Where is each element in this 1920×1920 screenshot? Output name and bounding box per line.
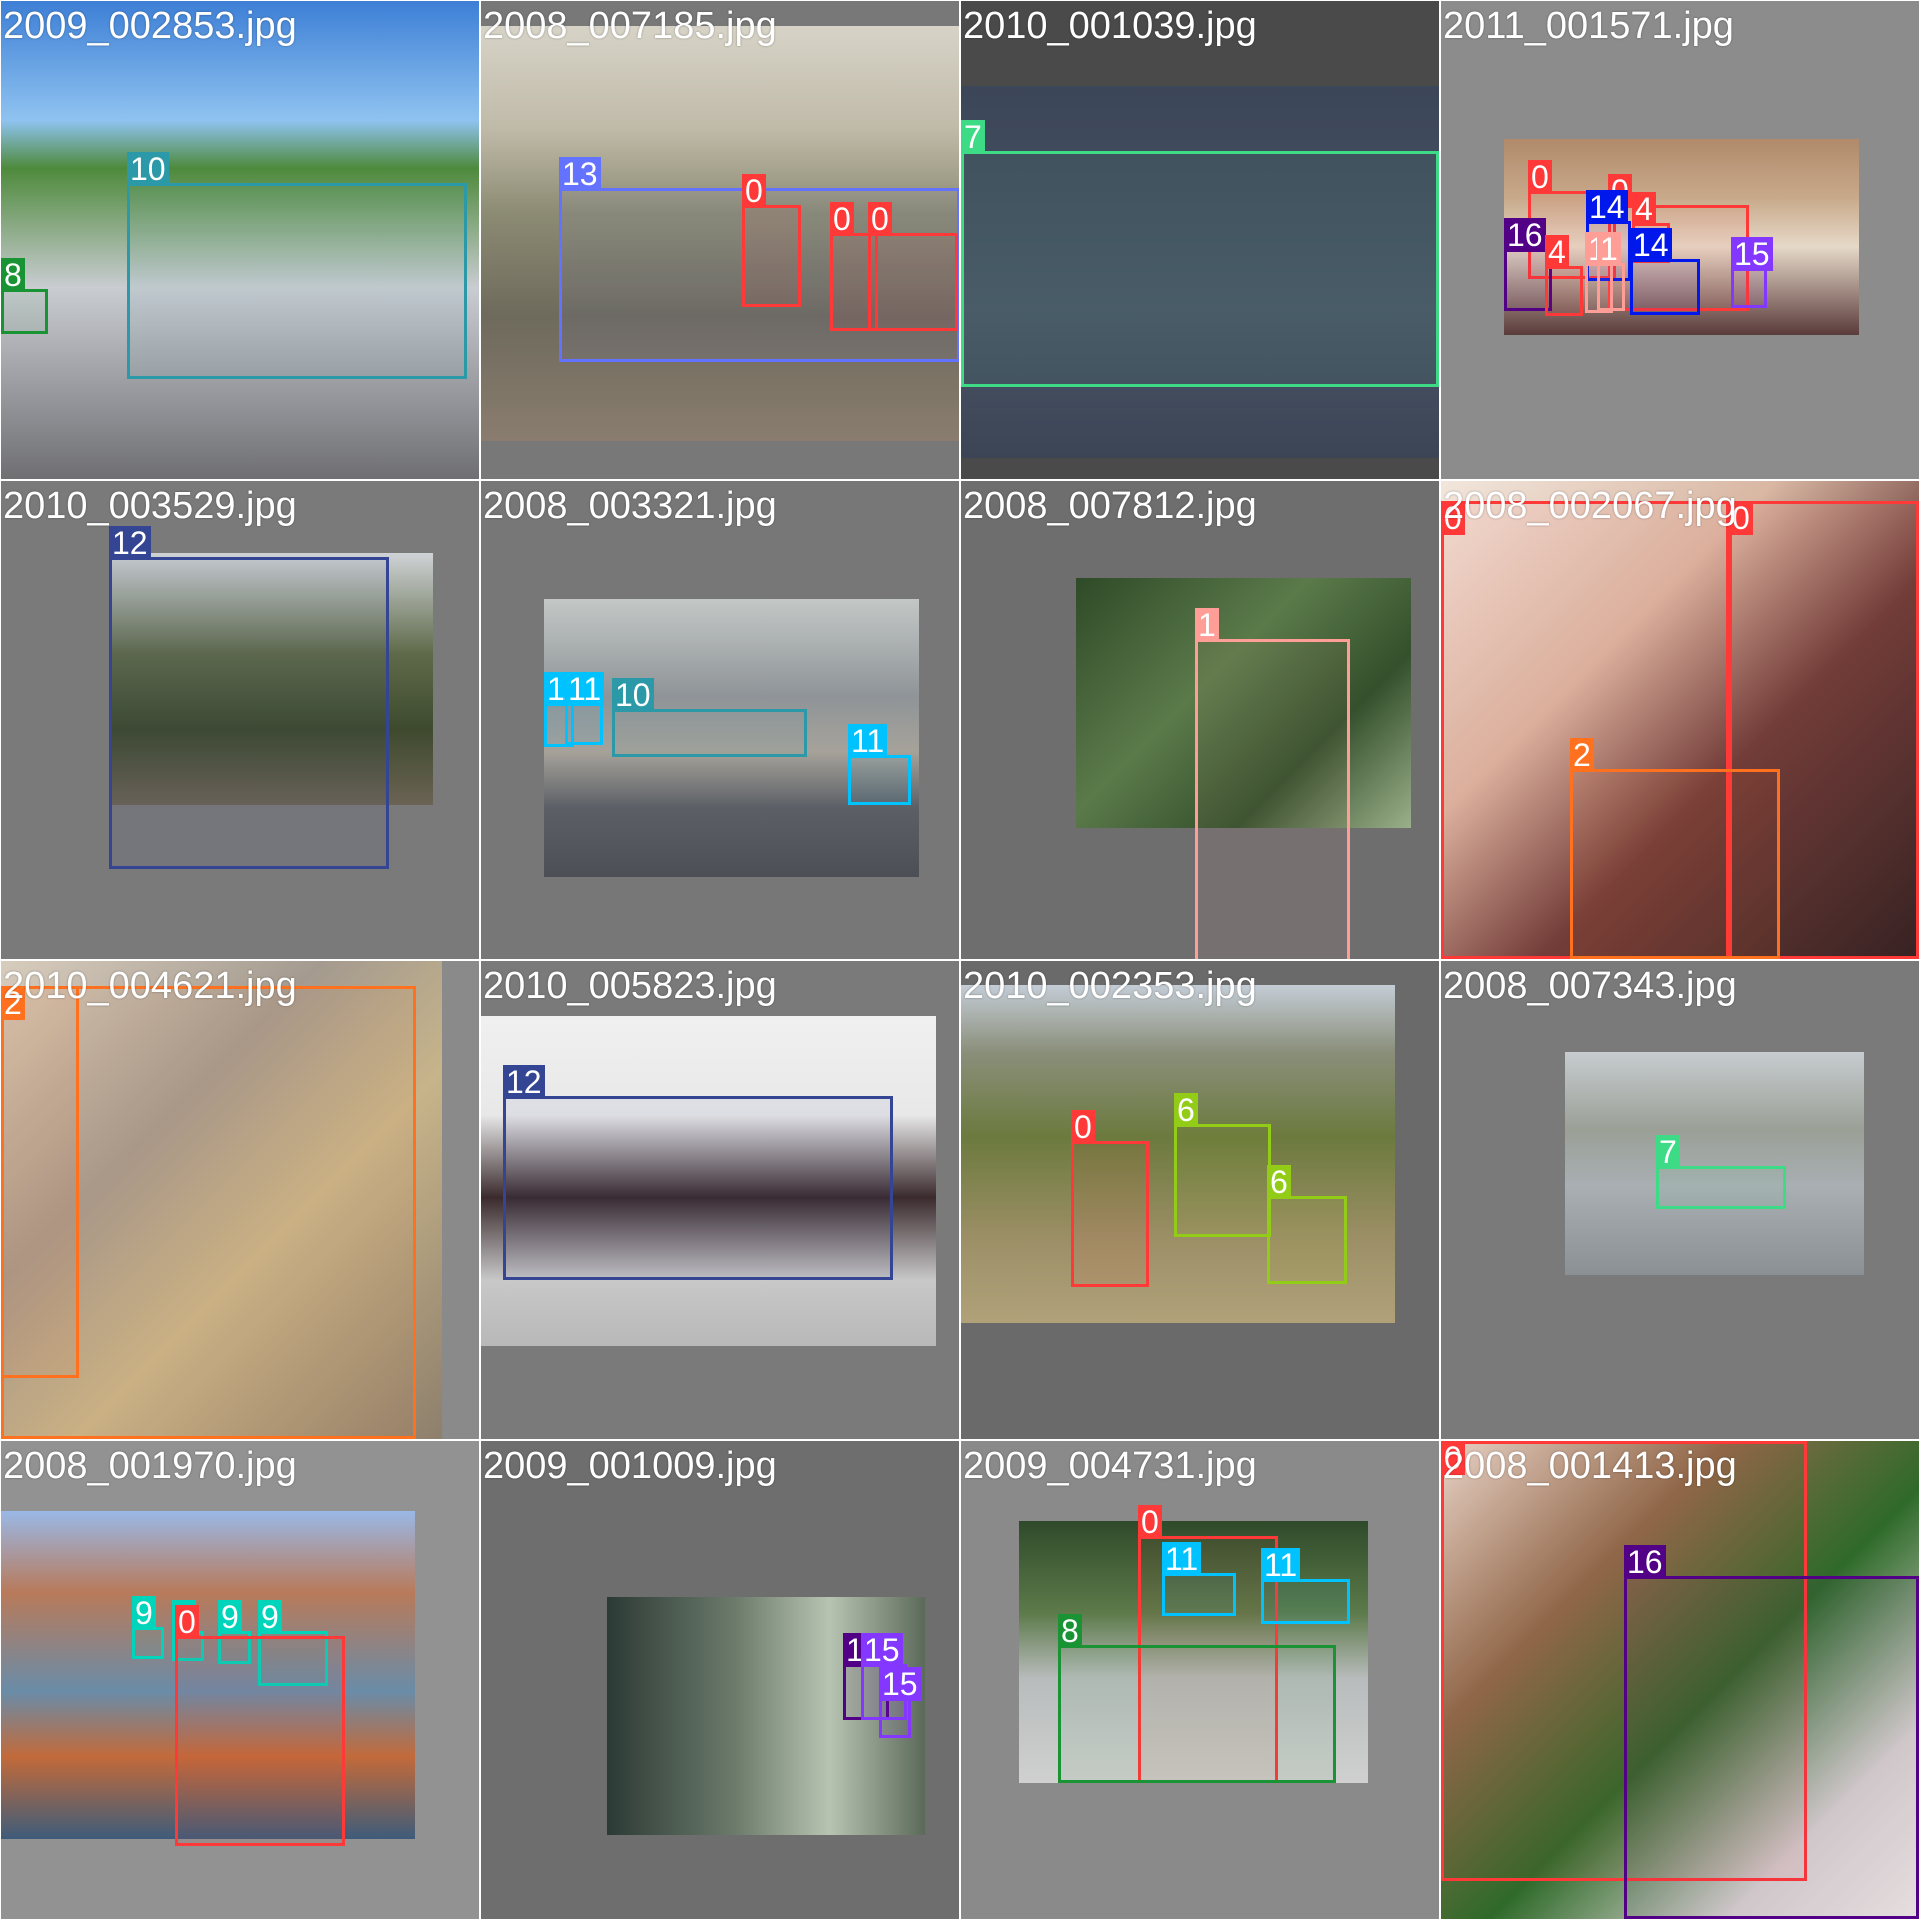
image-tile[interactable]: 2010_001039.jpg 7 <box>961 1 1439 479</box>
detection-class-label: 0 <box>1729 501 1753 535</box>
detection-class-label: 0 <box>1071 1110 1095 1144</box>
detection-class-label: 0 <box>830 202 854 236</box>
tile-filename: 2008_001970.jpg <box>3 1445 297 1487</box>
image-tile[interactable]: 2010_003529.jpg 12 <box>1 481 479 959</box>
mosaic-grid: 2009_002853.jpg 10 8 2008_007185.jpg 13 0 0 0 20… <box>0 0 1920 1920</box>
image-tile[interactable]: 2008_001413.jpg 0 16 <box>1441 1441 1919 1919</box>
detection-class-label: 12 <box>109 526 151 560</box>
detection-class-label: 13 <box>559 157 601 191</box>
detection-box: 2 <box>1 986 416 1439</box>
image-tile[interactable]: 2011_001571.jpg00144164111415 <box>1441 1 1919 479</box>
image-tile[interactable]: 2008_007185.jpg 13 0 0 0 <box>481 1 959 479</box>
detection-box: 15 <box>879 1667 921 1738</box>
detection-box: 6 <box>1267 1165 1347 1284</box>
detection-class-label: 10 <box>127 152 169 186</box>
image-tile[interactable]: 2009_001009.jpg161515 <box>481 1441 959 1919</box>
detection-box: 0 <box>830 202 878 331</box>
tile-filename: 2010_003529.jpg <box>3 485 297 527</box>
detection-class-label: 4 <box>1632 192 1656 226</box>
image-tile[interactable]: 2010_004621.jpg22 <box>1 961 479 1439</box>
detection-box: 12 <box>503 1065 893 1280</box>
detection-box: 1 <box>1195 608 1350 959</box>
detection-class-label: 15 <box>1731 237 1773 271</box>
tile-filename: 2008_003321.jpg <box>483 485 777 527</box>
detection-box: 10 <box>612 678 807 757</box>
tile-filename: 2010_001039.jpg <box>963 5 1257 47</box>
detection-class-label: 11 <box>565 672 605 706</box>
detection-box: 12 <box>109 526 389 869</box>
image-tile[interactable]: 2008_003321.jpg 10 11 11 11 <box>481 481 959 959</box>
detection-class-label: 11 <box>1261 1548 1301 1582</box>
detection-box: 8 <box>1 258 48 334</box>
detection-box: 14 <box>1630 228 1700 315</box>
detection-box: 15 <box>1731 237 1773 308</box>
tile-photo <box>1565 1052 1864 1275</box>
image-tile[interactable]: 2008_001970.jpg99990 <box>1 1441 479 1919</box>
detection-box: 1 <box>1597 232 1625 311</box>
detection-class-label: 14 <box>1630 228 1672 262</box>
detection-class-label: 16 <box>1624 1545 1666 1579</box>
detection-class-label: 1 <box>1195 608 1219 642</box>
detection-class-label: 6 <box>1267 1165 1291 1199</box>
detection-class-label: 15 <box>861 1633 903 1667</box>
detection-box: 8 <box>1058 1614 1336 1783</box>
detection-class-label: 16 <box>1504 218 1546 252</box>
image-tile[interactable]: 2008_007812.jpg 1 <box>961 481 1439 959</box>
tile-filename: 2008_007812.jpg <box>963 485 1257 527</box>
image-tile[interactable]: 2010_005823.jpg 12 <box>481 961 959 1439</box>
detection-class-label: 4 <box>1545 235 1569 269</box>
detection-class-label: 6 <box>1174 1093 1198 1127</box>
detection-class-label: 0 <box>1441 1441 1465 1475</box>
detection-class-label: 0 <box>868 202 892 236</box>
detection-box: 11 <box>848 724 911 805</box>
detection-class-label: 0 <box>1138 1505 1162 1539</box>
detection-class-label: 9 <box>132 1596 156 1630</box>
tile-filename: 2008_007343.jpg <box>1443 965 1737 1007</box>
detection-box: 6 <box>1174 1093 1271 1237</box>
detection-box: 2 <box>1570 738 1780 959</box>
detection-class-label: 9 <box>258 1600 282 1634</box>
detection-box: 10 <box>127 152 467 379</box>
detection-box: 11 <box>1261 1548 1350 1624</box>
detection-class-label: 12 <box>503 1065 545 1099</box>
detection-class-label: 10 <box>612 678 654 712</box>
detection-class-label: 2 <box>1 986 25 1020</box>
image-tile[interactable]: 2008_002067.jpg 0 0 2 <box>1441 481 1919 959</box>
detection-class-label: 8 <box>1 258 25 292</box>
tile-filename: 2010_005823.jpg <box>483 965 777 1007</box>
tile-filename: 2009_001009.jpg <box>483 1445 777 1487</box>
detection-box: 7 <box>961 120 1439 387</box>
detection-class-label: 0 <box>1441 501 1465 535</box>
detection-box: 11 <box>565 672 605 745</box>
detection-box: 0 <box>175 1605 345 1846</box>
detection-class-label: 1 <box>1597 232 1621 266</box>
detection-box: 0 <box>868 202 958 331</box>
detection-class-label: 0 <box>175 1605 199 1639</box>
image-tile[interactable]: 2010_002353.jpg 0 6 6 <box>961 961 1439 1439</box>
image-tile[interactable]: 2009_004731.jpg 0 11 11 8 <box>961 1441 1439 1919</box>
detection-class-label: 7 <box>1656 1135 1680 1169</box>
detection-box: 11 <box>1162 1542 1236 1616</box>
detection-class-label: 7 <box>961 120 985 154</box>
detection-class-label: 11 <box>848 724 888 758</box>
detection-class-label: 9 <box>218 1600 242 1634</box>
tile-filename: 2011_001571.jpg <box>1443 5 1734 47</box>
tile-filename: 2009_004731.jpg <box>963 1445 1257 1487</box>
detection-box: 0 <box>1071 1110 1149 1287</box>
image-tile[interactable]: 2009_002853.jpg 10 8 <box>1 1 479 479</box>
detection-class-label: 0 <box>1528 160 1552 194</box>
detection-class-label: 11 <box>1162 1542 1202 1576</box>
detection-class-label: 8 <box>1058 1614 1082 1648</box>
detection-box: 4 <box>1545 235 1583 316</box>
detection-class-label: 2 <box>1570 738 1594 772</box>
image-tile[interactable]: 2008_007343.jpg 7 <box>1441 961 1919 1439</box>
detection-box: 16 <box>1624 1545 1919 1919</box>
detection-box: 0 <box>742 174 801 307</box>
detection-class-label: 0 <box>742 174 766 208</box>
detection-box: 9 <box>132 1596 164 1659</box>
detection-class-label: 14 <box>1586 190 1628 224</box>
detection-class-label: 15 <box>879 1667 921 1701</box>
detection-box: 7 <box>1656 1135 1786 1209</box>
